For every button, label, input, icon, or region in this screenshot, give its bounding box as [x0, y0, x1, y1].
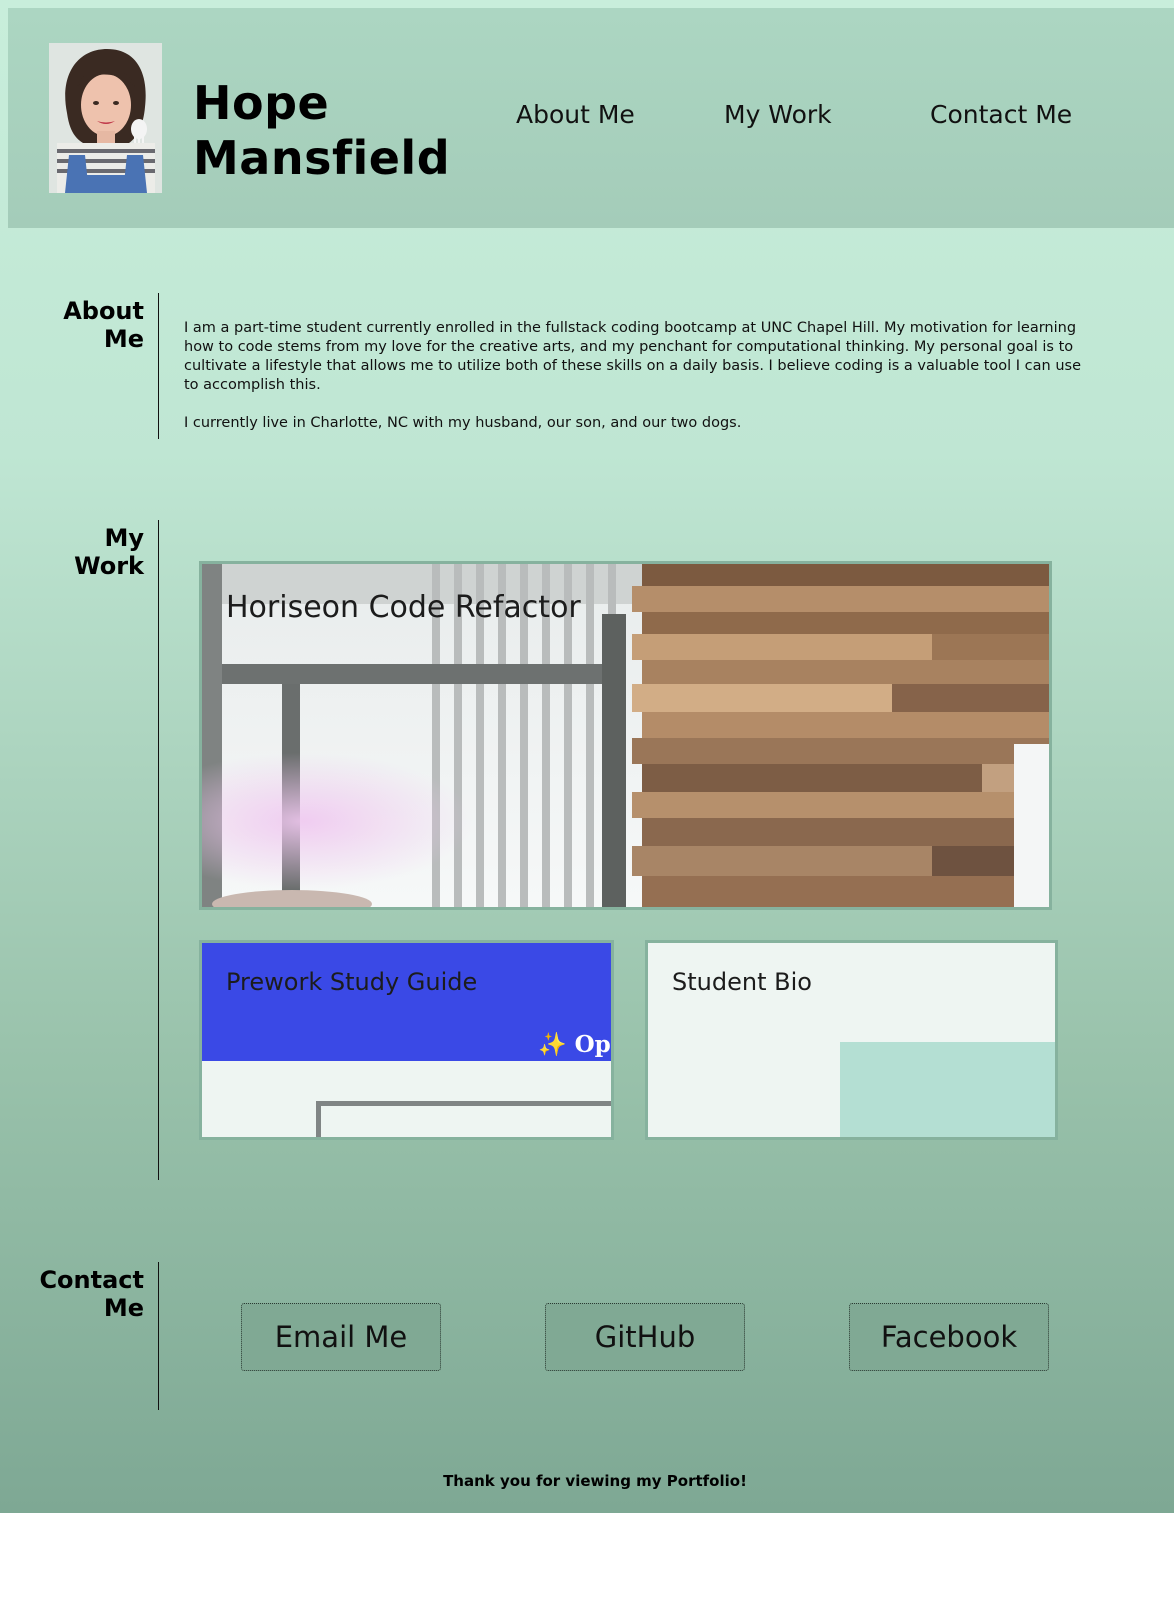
contact-divider	[158, 1262, 159, 1410]
site-header: Hope Mansfield About Me My Work Contact …	[8, 8, 1174, 228]
project-title: Prework Study Guide	[226, 968, 478, 996]
about-heading-line1: About	[63, 297, 144, 325]
work-heading: My Work	[20, 524, 144, 580]
nav-link-my-work[interactable]: My Work	[724, 100, 832, 129]
work-heading-line2: Work	[74, 552, 144, 580]
contact-heading-line2: Me	[103, 1294, 144, 1322]
footer-message: Thank you for viewing my Portfolio!	[443, 1472, 747, 1490]
about-heading: About Me	[20, 297, 144, 353]
site-title-first-name: Hope	[193, 76, 330, 130]
project-card-student-bio[interactable]: Student Bio	[645, 940, 1058, 1140]
about-text: I am a part-time student currently enrol…	[184, 319, 1084, 452]
project-title: Student Bio	[672, 968, 812, 996]
project-title: Horiseon Code Refactor	[226, 590, 581, 625]
contact-heading-line1: Contact	[39, 1266, 144, 1294]
profile-photo	[49, 43, 162, 193]
project-preview-box	[316, 1101, 611, 1137]
profile-photo-illustration	[49, 43, 162, 193]
github-button[interactable]: GitHub	[545, 1303, 745, 1371]
about-heading-line2: Me	[103, 325, 144, 353]
project-preview-block	[840, 1042, 1055, 1137]
nav-link-about-me[interactable]: About Me	[516, 100, 635, 129]
project-card-horiseon[interactable]: Horiseon Code Refactor	[199, 561, 1052, 910]
email-me-button[interactable]: Email Me	[241, 1303, 441, 1371]
about-paragraph: I currently live in Charlotte, NC with m…	[184, 415, 742, 431]
facebook-button[interactable]: Facebook	[849, 1303, 1049, 1371]
project-card-prework-study-guide[interactable]: ✨ Ope Prework Study Guide	[199, 940, 614, 1140]
nav-link-contact-me[interactable]: Contact Me	[930, 100, 1072, 129]
work-heading-line1: My	[104, 524, 144, 552]
about-paragraph: I am a part-time student currently enrol…	[184, 320, 1082, 393]
page-background: Hope Mansfield About Me My Work Contact …	[0, 0, 1174, 1513]
contact-heading: Contact Me	[20, 1266, 144, 1322]
about-divider	[158, 293, 159, 439]
work-divider	[158, 520, 159, 1180]
project-preview-text: ✨ Ope	[538, 1031, 611, 1058]
site-title: Hope Mansfield	[193, 76, 450, 186]
site-title-last-name: Mansfield	[193, 131, 451, 185]
